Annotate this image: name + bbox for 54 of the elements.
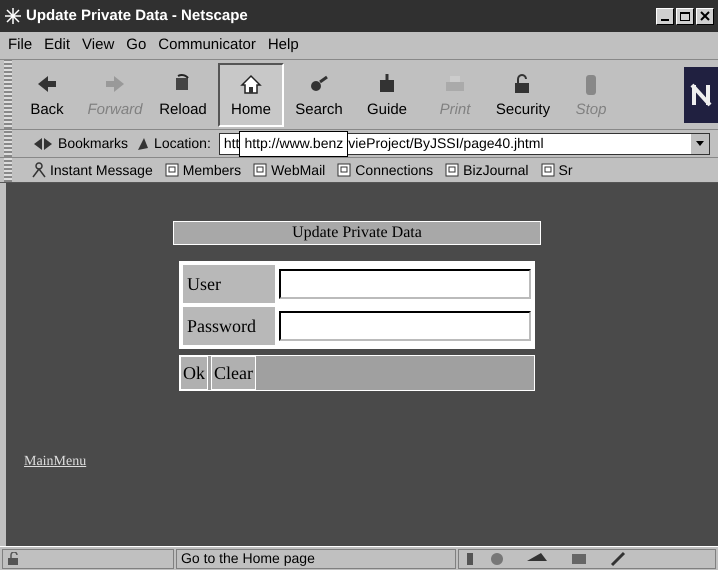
form-button[interactable]: Ok xyxy=(180,356,208,390)
toolbar-button[interactable]: Search xyxy=(286,62,352,126)
close-button[interactable] xyxy=(696,8,714,24)
main-menu-link[interactable]: MainMenu xyxy=(24,451,86,472)
menu-item[interactable]: View xyxy=(82,34,114,57)
dropdown-button[interactable] xyxy=(691,134,709,154)
location-field[interactable]: htt http://www.benz vieProject/ByJSSI/page40.jhtml xyxy=(218,132,710,154)
bookmark-link[interactable]: Instant Message xyxy=(32,160,153,180)
text-input[interactable] xyxy=(279,311,531,341)
toolbar-button[interactable]: Guide xyxy=(354,62,420,126)
letter-n-icon xyxy=(689,82,713,108)
window-title: Update Private Data - Netscape xyxy=(26,6,248,26)
toolbar-button[interactable]: Back xyxy=(14,62,80,126)
menu-item[interactable]: Go xyxy=(126,34,146,57)
padlock-icon[interactable] xyxy=(7,552,21,566)
app-icon xyxy=(4,7,22,25)
bookmark-link[interactable]: BizJournal xyxy=(445,160,528,180)
menu-item[interactable]: Communicator xyxy=(158,34,256,57)
maximize-button[interactable] xyxy=(676,8,694,24)
minimize-button[interactable] xyxy=(656,8,674,24)
toolbar-button[interactable]: Security xyxy=(490,62,556,126)
close-icon xyxy=(700,11,710,21)
toolbar-button[interactable]: Home xyxy=(218,62,284,126)
field-label: Password xyxy=(183,307,275,345)
toolbar-button[interactable]: Reload xyxy=(150,62,216,126)
menu-item[interactable]: File xyxy=(8,34,32,57)
maximize-icon xyxy=(680,12,690,20)
bookmark-page-icon xyxy=(253,163,268,177)
bookmark-arrows-icon xyxy=(32,136,54,152)
location-label: Location: xyxy=(154,134,211,153)
menu-item[interactable]: Help xyxy=(268,34,299,57)
toolbar-grip[interactable] xyxy=(4,158,12,182)
bookmark-link[interactable]: Sr xyxy=(540,160,572,180)
bookmark-page-icon xyxy=(164,163,179,177)
bookmark-page-icon xyxy=(445,163,460,177)
bookmarks-button[interactable]: Bookmarks xyxy=(32,133,128,154)
toolbar-grip[interactable] xyxy=(4,60,12,129)
bookmark-page-icon xyxy=(337,163,352,177)
status-message: Go to the Home page xyxy=(176,548,456,568)
bookmark-page-icon xyxy=(540,163,554,177)
form-button[interactable]: Clear xyxy=(211,356,256,390)
url-tooltip: http://www.benz xyxy=(239,130,348,156)
minimize-icon xyxy=(661,19,669,21)
bookmark-link[interactable]: Connections xyxy=(337,160,434,180)
bookmark-link[interactable]: WebMail xyxy=(253,160,326,180)
caret-icon xyxy=(696,141,704,146)
netscape-logo[interactable] xyxy=(684,66,718,122)
menu-item[interactable]: Edit xyxy=(44,34,70,57)
person-icon xyxy=(32,162,46,178)
text-input[interactable] xyxy=(279,269,531,299)
toolbar-grip[interactable] xyxy=(4,130,12,157)
bookmark-link[interactable]: Members xyxy=(164,160,242,180)
field-label: User xyxy=(183,265,275,303)
form-heading: Update Private Data xyxy=(173,221,541,245)
